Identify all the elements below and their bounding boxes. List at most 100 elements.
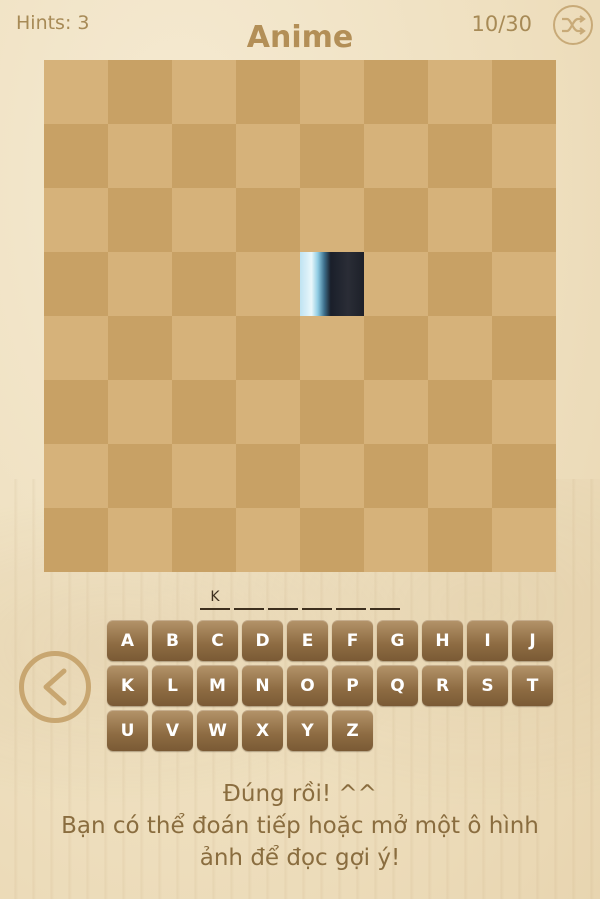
hidden-tile[interactable] — [428, 508, 492, 572]
answer-slot[interactable] — [234, 586, 264, 610]
letter-key-w[interactable]: W — [197, 710, 238, 751]
letter-key-l[interactable]: L — [152, 665, 193, 706]
letter-key-x[interactable]: X — [242, 710, 283, 751]
hidden-tile[interactable] — [108, 252, 172, 316]
answer-slot[interactable] — [370, 586, 400, 610]
letter-key-m[interactable]: M — [197, 665, 238, 706]
hidden-tile[interactable] — [364, 508, 428, 572]
hidden-tile[interactable] — [364, 188, 428, 252]
letter-key-v[interactable]: V — [152, 710, 193, 751]
hidden-tile[interactable] — [492, 316, 556, 380]
letter-key-n[interactable]: N — [242, 665, 283, 706]
answer-slot[interactable] — [268, 586, 298, 610]
hidden-tile[interactable] — [172, 252, 236, 316]
hidden-tile[interactable] — [364, 444, 428, 508]
hidden-tile[interactable] — [44, 60, 108, 124]
hidden-tile[interactable] — [44, 316, 108, 380]
hidden-tile[interactable] — [492, 508, 556, 572]
letter-key-k[interactable]: K — [107, 665, 148, 706]
hidden-tile[interactable] — [44, 444, 108, 508]
letter-key-e[interactable]: E — [287, 620, 328, 661]
hidden-tile[interactable] — [236, 380, 300, 444]
answer-slot[interactable] — [302, 586, 332, 610]
hidden-tile[interactable] — [364, 380, 428, 444]
letter-key-t[interactable]: T — [512, 665, 553, 706]
hidden-tile[interactable] — [108, 444, 172, 508]
hidden-tile[interactable] — [236, 60, 300, 124]
hidden-tile[interactable] — [364, 316, 428, 380]
hidden-tile[interactable] — [492, 252, 556, 316]
hidden-tile[interactable] — [108, 380, 172, 444]
hidden-tile[interactable] — [428, 380, 492, 444]
hidden-tile[interactable] — [172, 188, 236, 252]
letter-key-q[interactable]: Q — [377, 665, 418, 706]
letter-key-f[interactable]: F — [332, 620, 373, 661]
hidden-tile[interactable] — [236, 444, 300, 508]
letter-key-b[interactable]: B — [152, 620, 193, 661]
letter-key-a[interactable]: A — [107, 620, 148, 661]
hidden-tile[interactable] — [428, 444, 492, 508]
hidden-tile[interactable] — [108, 60, 172, 124]
message-line-3: ảnh để đọc gợi ý! — [199, 845, 401, 871]
hidden-tile[interactable] — [492, 60, 556, 124]
hidden-tile[interactable] — [236, 188, 300, 252]
hidden-tile[interactable] — [44, 188, 108, 252]
hidden-tile[interactable] — [300, 188, 364, 252]
hidden-tile[interactable] — [108, 508, 172, 572]
hidden-tile[interactable] — [300, 508, 364, 572]
hidden-tile[interactable] — [172, 380, 236, 444]
hidden-tile[interactable] — [108, 124, 172, 188]
hidden-tile[interactable] — [44, 380, 108, 444]
letter-key-r[interactable]: R — [422, 665, 463, 706]
hidden-tile[interactable] — [428, 188, 492, 252]
shuffle-button[interactable] — [553, 5, 593, 45]
letter-key-y[interactable]: Y — [287, 710, 328, 751]
letter-key-o[interactable]: O — [287, 665, 328, 706]
hidden-tile[interactable] — [492, 188, 556, 252]
answer-slot[interactable] — [336, 586, 366, 610]
letter-key-z[interactable]: Z — [332, 710, 373, 751]
hidden-tile[interactable] — [236, 316, 300, 380]
hidden-tile[interactable] — [44, 508, 108, 572]
hidden-tile[interactable] — [428, 252, 492, 316]
keyboard-row: KLMNOPQRST — [107, 665, 557, 706]
letter-key-i[interactable]: I — [467, 620, 508, 661]
hidden-tile[interactable] — [44, 252, 108, 316]
letter-key-g[interactable]: G — [377, 620, 418, 661]
hidden-tile[interactable] — [364, 60, 428, 124]
hidden-tile[interactable] — [492, 444, 556, 508]
hidden-tile[interactable] — [172, 60, 236, 124]
hidden-tile[interactable] — [492, 380, 556, 444]
hidden-tile[interactable] — [364, 252, 428, 316]
hidden-tile[interactable] — [108, 188, 172, 252]
puzzle-board — [44, 60, 556, 572]
hidden-tile[interactable] — [300, 380, 364, 444]
hidden-tile[interactable] — [300, 316, 364, 380]
letter-key-j[interactable]: J — [512, 620, 553, 661]
back-button[interactable] — [19, 651, 91, 723]
letter-key-s[interactable]: S — [467, 665, 508, 706]
letter-key-c[interactable]: C — [197, 620, 238, 661]
hidden-tile[interactable] — [172, 124, 236, 188]
hidden-tile[interactable] — [428, 60, 492, 124]
hidden-tile[interactable] — [300, 124, 364, 188]
letter-key-p[interactable]: P — [332, 665, 373, 706]
hidden-tile[interactable] — [172, 444, 236, 508]
hidden-tile[interactable] — [300, 60, 364, 124]
hidden-tile[interactable] — [108, 316, 172, 380]
answer-slot[interactable]: K — [200, 586, 230, 610]
hidden-tile[interactable] — [236, 252, 300, 316]
hidden-tile[interactable] — [428, 316, 492, 380]
hidden-tile[interactable] — [300, 444, 364, 508]
hidden-tile[interactable] — [236, 508, 300, 572]
letter-key-u[interactable]: U — [107, 710, 148, 751]
hidden-tile[interactable] — [492, 124, 556, 188]
hidden-tile[interactable] — [172, 508, 236, 572]
hidden-tile[interactable] — [44, 124, 108, 188]
hidden-tile[interactable] — [236, 124, 300, 188]
hidden-tile[interactable] — [364, 124, 428, 188]
hidden-tile[interactable] — [172, 316, 236, 380]
hidden-tile[interactable] — [428, 124, 492, 188]
letter-key-d[interactable]: D — [242, 620, 283, 661]
letter-key-h[interactable]: H — [422, 620, 463, 661]
